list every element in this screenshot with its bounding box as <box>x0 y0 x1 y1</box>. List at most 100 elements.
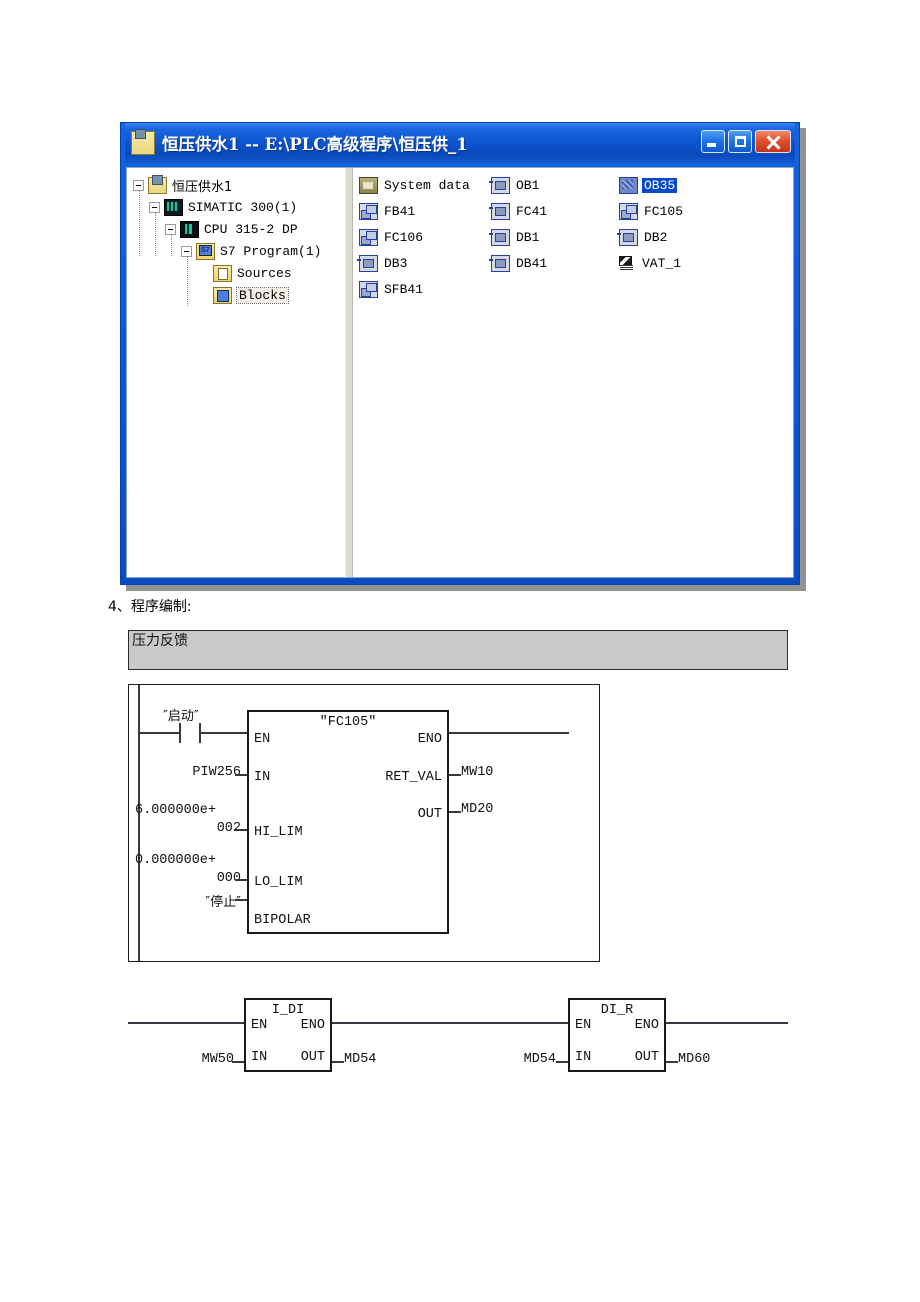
operand-lo-lim-line1: 0.000000e+ <box>135 853 217 868</box>
pin-out: OUT <box>634 1050 659 1065</box>
system-data-icon <box>359 176 378 194</box>
operand-out-i-di: MD54 <box>344 1052 377 1067</box>
block-item-ob35[interactable]: OB35 <box>619 174 793 196</box>
pin-out: OUT <box>417 807 442 822</box>
block-label: DB41 <box>516 255 548 271</box>
network-title-bar: 压力反馈 <box>128 630 788 670</box>
network-title-label: 压力反馈 <box>132 633 188 649</box>
expander-icon[interactable] <box>133 179 144 191</box>
function-block-di-r[interactable]: DI_R EN ENO IN OUT <box>568 998 666 1072</box>
maximize-icon <box>735 136 746 147</box>
pin-bipolar: BIPOLAR <box>254 913 311 928</box>
tree-guide-line <box>171 234 172 256</box>
block-item-fb41[interactable]: FB41 <box>359 200 491 222</box>
minimize-button[interactable] <box>701 130 725 153</box>
pin-stub <box>235 774 247 776</box>
db-icon <box>617 228 638 246</box>
wire-segment <box>666 1022 788 1024</box>
block-item-vat1[interactable]: VAT_1 <box>619 252 793 274</box>
project-tree-pane[interactable]: 恒压供水1 SIMATIC 300(1) CPU 315-2 DP S7 Pro… <box>127 168 345 577</box>
maximize-button[interactable] <box>728 130 752 153</box>
expander-icon[interactable] <box>149 201 160 213</box>
fc-icon <box>619 202 638 220</box>
fb-title-label: I_DI <box>271 1003 305 1018</box>
db-icon <box>357 254 378 272</box>
block-label: OB35 <box>642 177 678 193</box>
grid-spacer <box>619 278 793 300</box>
simatic-project-icon <box>131 129 155 155</box>
block-item-fc41[interactable]: FC41 <box>489 200 619 222</box>
sources-folder-icon <box>213 264 232 282</box>
pin-eno: ENO <box>300 1018 325 1033</box>
block-label: FC105 <box>644 203 684 219</box>
pin-in: IN <box>575 1050 592 1065</box>
block-item-db2[interactable]: DB2 <box>617 226 793 248</box>
pin-stub <box>235 899 247 901</box>
contact-bar-left <box>179 723 181 743</box>
tree-item-label: 恒压供水1 <box>172 179 233 195</box>
block-item-db3[interactable]: DB3 <box>357 252 491 274</box>
tree-item-project[interactable]: 恒压供水1 <box>133 174 345 196</box>
window-controls <box>701 130 791 153</box>
tree-item-label: Blocks <box>236 286 289 304</box>
pin-stub <box>235 829 247 831</box>
operand-ret-val: MW10 <box>461 765 494 780</box>
wire-segment <box>128 1022 244 1024</box>
pin-eno: ENO <box>634 1018 659 1033</box>
block-item-fc106[interactable]: FC106 <box>359 226 491 248</box>
pin-en: EN <box>254 732 271 747</box>
fb-title-label: DI_R <box>600 1003 634 1018</box>
tree-item-blocks[interactable]: Blocks <box>133 284 345 306</box>
block-item-db1[interactable]: DB1 <box>489 226 619 248</box>
ladder-network-2: I_DI EN ENO IN OUT MW50 MD54 DI_R EN ENO… <box>128 990 788 1080</box>
block-item-db41[interactable]: DB41 <box>489 252 619 274</box>
tree-item-label: Sources <box>237 265 292 281</box>
ladder-network-1: ″启动″ ″FC105″ EN IN HI_LIM LO_LIM BIPOLAR… <box>128 684 600 962</box>
simatic-manager-window: 恒压供水1 -- E:\PLC高级程序\恒压供_1 恒压供水1 SIMATIC … <box>120 122 800 585</box>
block-item-ob1[interactable]: OB1 <box>489 174 619 196</box>
pin-eno: ENO <box>417 732 442 747</box>
tree-item-label: CPU 315-2 DP <box>204 221 298 237</box>
block-label: FC41 <box>516 203 548 219</box>
close-button[interactable] <box>755 130 791 153</box>
pin-in: IN <box>251 1050 268 1065</box>
wire-segment <box>449 732 569 734</box>
db-icon <box>489 254 510 272</box>
pin-stub <box>449 774 461 776</box>
block-label: System data <box>384 177 470 193</box>
block-item-fc105[interactable]: FC105 <box>619 200 793 222</box>
pin-ret-val: RET_VAL <box>385 770 442 785</box>
pin-stub <box>232 1061 244 1063</box>
window-title-bar[interactable]: 恒压供水1 -- E:\PLC高级程序\恒压供_1 <box>125 123 795 163</box>
function-block-fc105[interactable]: ″FC105″ EN IN HI_LIM LO_LIM BIPOLAR ENO … <box>247 710 449 934</box>
normally-open-contact[interactable] <box>179 723 201 743</box>
operand-out: MD20 <box>461 802 494 817</box>
tree-item-station[interactable]: SIMATIC 300(1) <box>133 196 345 218</box>
ob-icon <box>489 176 510 194</box>
block-label: DB2 <box>644 229 668 245</box>
pane-splitter[interactable] <box>345 168 353 577</box>
block-label: VAT_1 <box>642 255 682 271</box>
tree-item-cpu[interactable]: CPU 315-2 DP <box>133 218 345 240</box>
expander-icon[interactable] <box>165 223 176 235</box>
block-item-sfb41[interactable]: SFB41 <box>359 278 491 300</box>
tree-item-sources[interactable]: Sources <box>133 262 345 284</box>
function-block-i-di[interactable]: I_DI EN ENO IN OUT <box>244 998 332 1072</box>
fc-icon <box>359 228 378 246</box>
tree-guide-line <box>187 256 188 306</box>
tree-item-s7-program[interactable]: S7 Program(1) <box>133 240 345 262</box>
project-icon <box>148 174 167 194</box>
expander-icon[interactable] <box>181 245 192 257</box>
cpu-icon <box>180 220 199 238</box>
db-icon <box>489 228 510 246</box>
block-label: SFB41 <box>384 281 424 297</box>
blocks-folder-icon <box>213 286 232 304</box>
pin-out: OUT <box>300 1050 325 1065</box>
blocks-list-pane[interactable]: System data OB1 OB35 FB41 FC41 FC105 FC1… <box>353 168 793 577</box>
pin-stub <box>235 879 247 881</box>
block-item-system-data[interactable]: System data <box>359 174 491 196</box>
fb-icon <box>359 202 378 220</box>
operand-hi-lim-line2: 002 <box>216 821 241 836</box>
window-frame: 恒压供水1 -- E:\PLC高级程序\恒压供_1 恒压供水1 SIMATIC … <box>121 123 799 584</box>
operand-in: PIW256 <box>192 765 241 780</box>
